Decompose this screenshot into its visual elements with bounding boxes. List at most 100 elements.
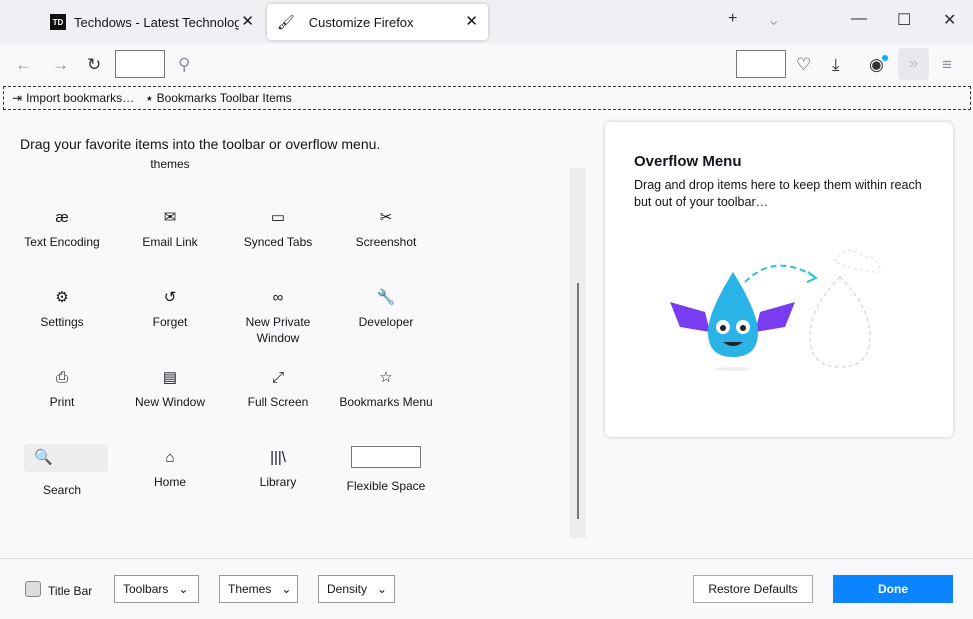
palette-item-label: Synced Tabs (243, 235, 313, 249)
search-icon[interactable]: ⚲ (178, 55, 190, 75)
restore-defaults-button[interactable]: Restore Defaults (693, 575, 813, 603)
new-tab-icon[interactable]: + (728, 10, 737, 28)
dragon-illustration (670, 250, 881, 371)
bookmark-label: Import bookmarks… (26, 91, 135, 105)
hamburger-menu-icon[interactable]: ≡ (942, 55, 952, 75)
bookmarks-toolbar: ⇥ Import bookmarks… ⭑ Bookmarks Toolbar It… (3, 86, 971, 110)
palette-item-bookmarks-menu[interactable]: ☆ Bookmarks Menu (332, 368, 440, 410)
new-private-window-icon: ∞ (272, 289, 284, 306)
import-bookmarks-button[interactable]: ⇥ Import bookmarks… (12, 91, 134, 105)
palette-item-flexible-space[interactable]: Flexible Space (332, 446, 440, 494)
chevron-down-icon: ⌄ (178, 582, 189, 596)
tab-title: Customize Firefox (308, 14, 414, 30)
customize-footer: Title Bar Toolbars ⌄ Themes ⌄ Density ⌄ Res… (0, 558, 973, 619)
palette-item-label: Home (153, 475, 186, 489)
paintbrush-icon: 🖌 (277, 13, 295, 30)
download-icon[interactable]: ⤓ (832, 55, 840, 75)
bookmark-label: Bookmarks Toolbar Items (156, 91, 292, 105)
done-button[interactable]: Done (833, 575, 953, 603)
customize-instructions: Drag your favorite items into the toolba… (20, 136, 381, 152)
palette-item-label: Full Screen (247, 395, 309, 409)
palette-item-label: Settings (40, 315, 84, 329)
palette-item-home[interactable]: ⌂ Home (116, 448, 224, 490)
overflow-description: Drag and drop items here to keep them wi… (634, 178, 922, 209)
palette-item-library[interactable]: |||\ Library (224, 448, 332, 490)
title-bar-checkbox[interactable] (25, 581, 41, 597)
close-tab-icon[interactable]: ✕ (241, 12, 254, 30)
synced-tabs-icon: ▭ (270, 209, 286, 226)
email-link-icon: ✉ (163, 209, 177, 226)
palette-item-label: Flexible Space (346, 479, 426, 493)
palette-item-forget[interactable]: ↺ Forget (116, 288, 224, 330)
forget-icon: ↺ (163, 289, 177, 306)
maximize-icon[interactable]: ☐ (897, 10, 911, 30)
toolbars-dropdown[interactable]: Toolbars ⌄ (114, 575, 199, 603)
palette-item-text-encoding[interactable]: æ Text Encoding (8, 208, 116, 250)
palette-item-new-private-window[interactable]: ∞ New Private Window (224, 288, 332, 346)
palette-item-label: New Window (134, 395, 206, 409)
palette-scrollbar[interactable] (570, 168, 586, 538)
developer-icon: 🔧 (376, 289, 396, 306)
tab-customize-firefox[interactable]: 🖌 Customize Firefox ✕ (267, 4, 488, 40)
home-icon: ⌂ (165, 449, 175, 466)
palette-item-print[interactable]: ⎙ Print (8, 368, 116, 410)
library-icon: |||\ (270, 449, 286, 466)
techdows-favicon-icon: TD (50, 14, 66, 30)
palette-item-label: Bookmarks Menu (339, 395, 433, 409)
palette-item-label: New Private Window (245, 315, 311, 345)
nav-toolbar: ← → ↻ ⚲ ♡ ⤓ ◉ » ≡ (0, 44, 973, 86)
star-box-icon: ⭑ (146, 90, 153, 105)
minimize-icon[interactable]: — (851, 10, 867, 28)
new-window-icon: ▤ (162, 369, 178, 386)
tab-title: Techdows - Latest Technology News (74, 14, 239, 30)
tab-strip: TD Techdows - Latest Technology News ✕ 🖌… (0, 0, 973, 44)
palette-item-email-link[interactable]: ✉ Email Link (116, 208, 224, 250)
bookmarks-menu-icon: ☆ (379, 369, 393, 386)
tab-techdows[interactable]: TD Techdows - Latest Technology News ✕ (40, 4, 264, 40)
close-window-icon[interactable]: ✕ (943, 10, 956, 30)
back-icon[interactable]: ← (15, 55, 32, 75)
overflow-menu-button[interactable]: » (898, 48, 929, 80)
title-bar-label: Title Bar (48, 584, 93, 598)
themes-dropdown[interactable]: Themes ⌄ (219, 575, 298, 603)
list-tabs-chevron-icon[interactable]: ⌄ (767, 10, 780, 30)
flexible-space-placeholder[interactable] (736, 50, 786, 78)
palette-item-label: Search (42, 483, 82, 497)
palette-item-synced-tabs[interactable]: ▭ Synced Tabs (224, 208, 332, 250)
chevron-down-icon: ⌄ (377, 582, 388, 596)
flexible-space-icon (351, 446, 421, 468)
overflow-title: Overflow Menu (634, 153, 742, 170)
sync-dot (882, 55, 888, 61)
density-dropdown[interactable]: Density ⌄ (318, 575, 395, 603)
print-icon: ⎙ (55, 369, 68, 386)
overflow-menu-panel: Overflow Menu Drag and drop items here t… (605, 122, 953, 437)
palette-item-full-screen[interactable]: ⤢ Full Screen (224, 368, 332, 410)
palette-item-search[interactable]: 🔍 Search (8, 444, 116, 498)
palette-item-label: Forget (152, 315, 188, 329)
palette-item-settings[interactable]: ⚙ Settings (8, 288, 116, 330)
text-encoding-icon: æ (55, 209, 69, 226)
palette-item-screenshot[interactable]: ✂ Screenshot (332, 208, 440, 250)
bookmarks-toolbar-items[interactable]: ⭑ Bookmarks Toolbar Items (146, 91, 292, 106)
palette-item-label: Email Link (142, 235, 198, 249)
url-bar-placeholder[interactable] (115, 50, 165, 78)
palette-item-label: Print (49, 395, 75, 409)
customize-palette: SidebarAdd-ons and themesZoom ControlsEd… (8, 160, 440, 545)
dropdown-label: Themes (228, 582, 272, 596)
palette-item-label: Library (259, 475, 297, 489)
forward-icon[interactable]: → (52, 55, 69, 75)
palette-item-add-ons-and-themes[interactable]: Add-ons and themes (116, 160, 224, 172)
dropdown-label: Density (327, 582, 368, 596)
settings-icon: ⚙ (55, 289, 69, 306)
palette-item-developer[interactable]: 🔧 Developer (332, 288, 440, 330)
close-tab-icon[interactable]: ✕ (465, 12, 478, 30)
scrollbar-thumb[interactable] (577, 283, 579, 519)
full-screen-icon: ⤢ (271, 369, 284, 386)
screenshot-icon: ✂ (379, 209, 393, 226)
dropdown-label: Toolbars (123, 582, 169, 596)
palette-item-label: Developer (358, 315, 414, 329)
palette-item-new-window[interactable]: ▤ New Window (116, 368, 224, 410)
reload-icon[interactable]: ↻ (87, 55, 101, 75)
palette-item-label: Add-ons and themes (150, 160, 190, 171)
pocket-icon[interactable]: ♡ (796, 55, 811, 75)
